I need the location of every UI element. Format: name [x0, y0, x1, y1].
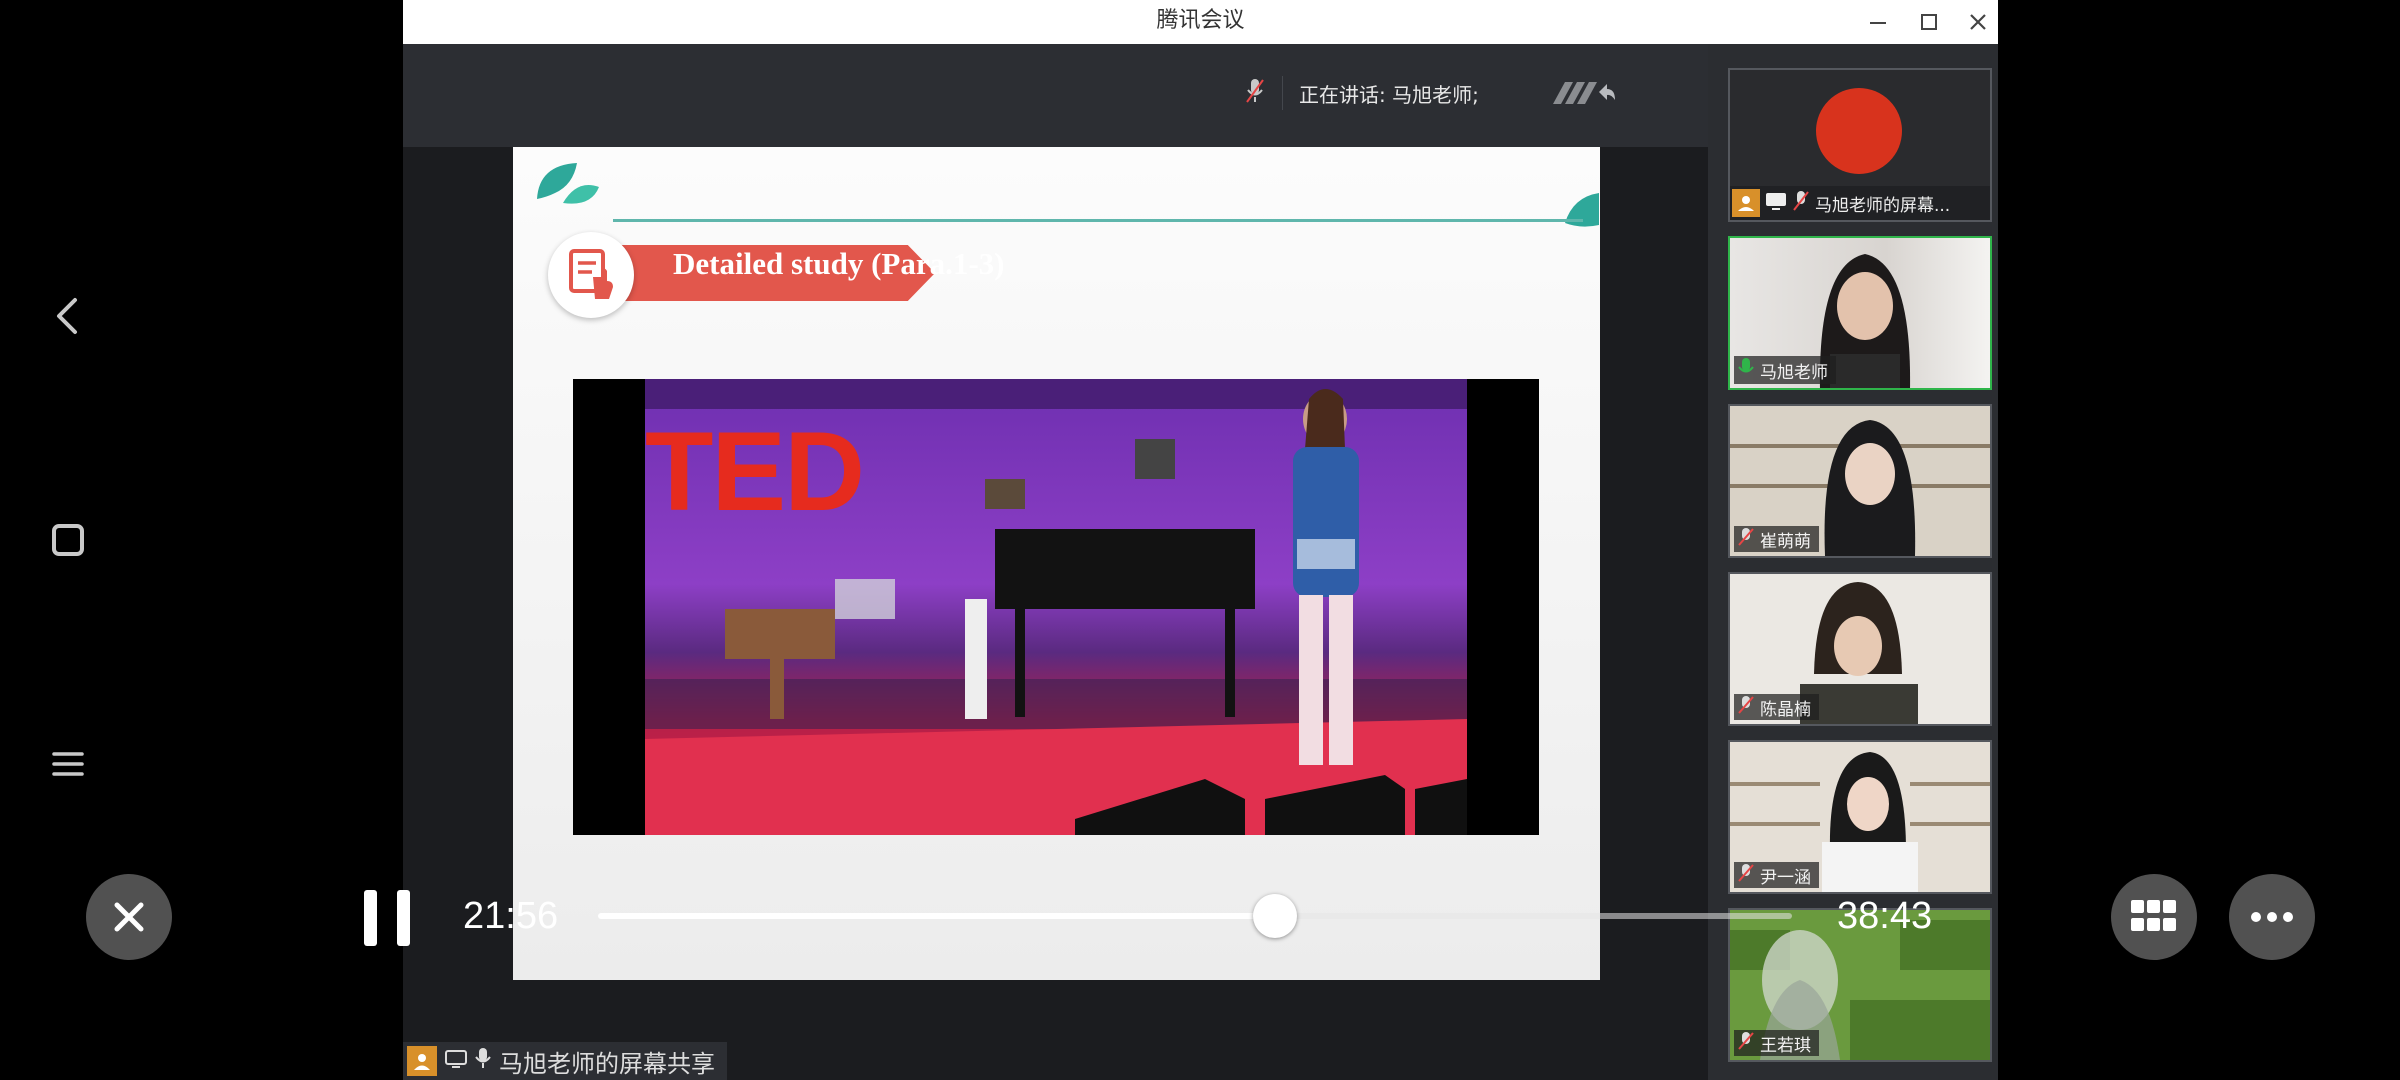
host-avatar-icon — [407, 1046, 437, 1076]
tile-name-tag: 崔萌萌 — [1734, 526, 1819, 552]
close-button[interactable] — [86, 874, 172, 960]
screen-share-label: 马旭老师的屏幕共享 — [403, 1042, 727, 1080]
shared-slide: Detailed study (Para.1-3) TED — [513, 147, 1600, 980]
screen-share-icon — [1765, 191, 1787, 216]
system-nav-bar — [0, 0, 400, 1080]
mic-muted-icon — [1738, 527, 1754, 552]
tile-name-tag: 马旭老师 — [1734, 356, 1836, 384]
participant-tile[interactable]: 崔萌萌 — [1728, 404, 1992, 558]
more-button[interactable] — [2229, 874, 2315, 960]
menu-icon[interactable] — [40, 736, 96, 792]
grid-icon — [2131, 900, 2176, 931]
signal-icon — [1551, 76, 1617, 111]
minimize-icon[interactable] — [1861, 6, 1895, 38]
mic-muted-icon — [1792, 190, 1810, 217]
maximize-icon[interactable] — [1912, 6, 1946, 38]
more-icon — [2251, 912, 2293, 922]
total-time: 38:43 — [1837, 895, 1933, 937]
close-icon — [114, 902, 144, 932]
progress-bar[interactable] — [598, 894, 1792, 938]
top-strip: 正在讲话: 马旭老师; — [403, 44, 1708, 147]
slide-heading: Detailed study (Para.1-3) — [673, 246, 1005, 281]
pause-button[interactable] — [362, 890, 412, 946]
participant-name: 尹一涵 — [1760, 867, 1811, 888]
tile-name-tag: 尹一涵 — [1734, 862, 1819, 888]
participant-name: 马旭老师的屏幕... — [1815, 195, 1951, 216]
mic-muted-icon — [1738, 695, 1754, 720]
progress-fill — [598, 913, 1275, 919]
participant-tile[interactable]: 陈晶楠 — [1728, 572, 1992, 726]
participant-name: 马旭老师 — [1760, 362, 1828, 383]
participant-tile[interactable]: 尹一涵 — [1728, 740, 1992, 894]
embedded-video[interactable]: TED — [573, 379, 1539, 835]
participant-name: 陈晶楠 — [1760, 699, 1811, 720]
mic-muted-icon — [1738, 863, 1754, 888]
participant-tile[interactable]: 马旭老师的屏幕... — [1728, 68, 1992, 222]
speaking-label: 正在讲话: 马旭老师; — [1299, 82, 1479, 107]
main-share-area: 正在讲话: 马旭老师; Detailed study (Para.1-3) TE… — [403, 44, 1708, 1080]
progress-thumb[interactable] — [1252, 894, 1297, 938]
mic-icon — [475, 1047, 491, 1075]
grid-button[interactable] — [2111, 874, 2197, 960]
mic-active-icon — [1738, 357, 1754, 384]
screen-share-icon — [445, 1047, 467, 1075]
home-icon[interactable] — [40, 512, 96, 568]
header-rule — [613, 219, 1583, 222]
ted-stage-scene: TED — [645, 379, 1467, 835]
avatar — [1816, 88, 1902, 174]
divider — [1282, 76, 1283, 110]
ted-logo: TED — [645, 409, 865, 534]
window-title: 腾讯会议 — [1156, 8, 1245, 33]
participant-name: 崔萌萌 — [1760, 531, 1811, 552]
host-icon — [1732, 189, 1760, 217]
back-icon[interactable] — [40, 288, 96, 344]
tile-name-tag: 陈晶楠 — [1734, 694, 1819, 720]
window-close-icon[interactable] — [1961, 6, 1995, 38]
leaf-decoration — [537, 163, 599, 204]
speaking-indicator: 正在讲话: 马旭老师; — [1218, 70, 1643, 116]
leaf-decoration-right — [1565, 193, 1599, 227]
mic-muted-icon — [1244, 77, 1266, 110]
tile-name-bar: 马旭老师的屏幕... — [1730, 186, 1990, 220]
share-label-text: 马旭老师的屏幕共享 — [499, 1049, 715, 1078]
mic-muted-icon — [1738, 1031, 1754, 1056]
participant-name: 王若琪 — [1760, 1035, 1811, 1056]
current-time: 21:56 — [463, 895, 559, 937]
pause-icon — [364, 890, 410, 946]
title-bar: 腾讯会议 — [403, 0, 1998, 44]
document-icon — [548, 232, 634, 318]
participant-tile[interactable]: 马旭老师 — [1728, 236, 1992, 390]
tile-name-tag: 王若琪 — [1734, 1030, 1819, 1056]
